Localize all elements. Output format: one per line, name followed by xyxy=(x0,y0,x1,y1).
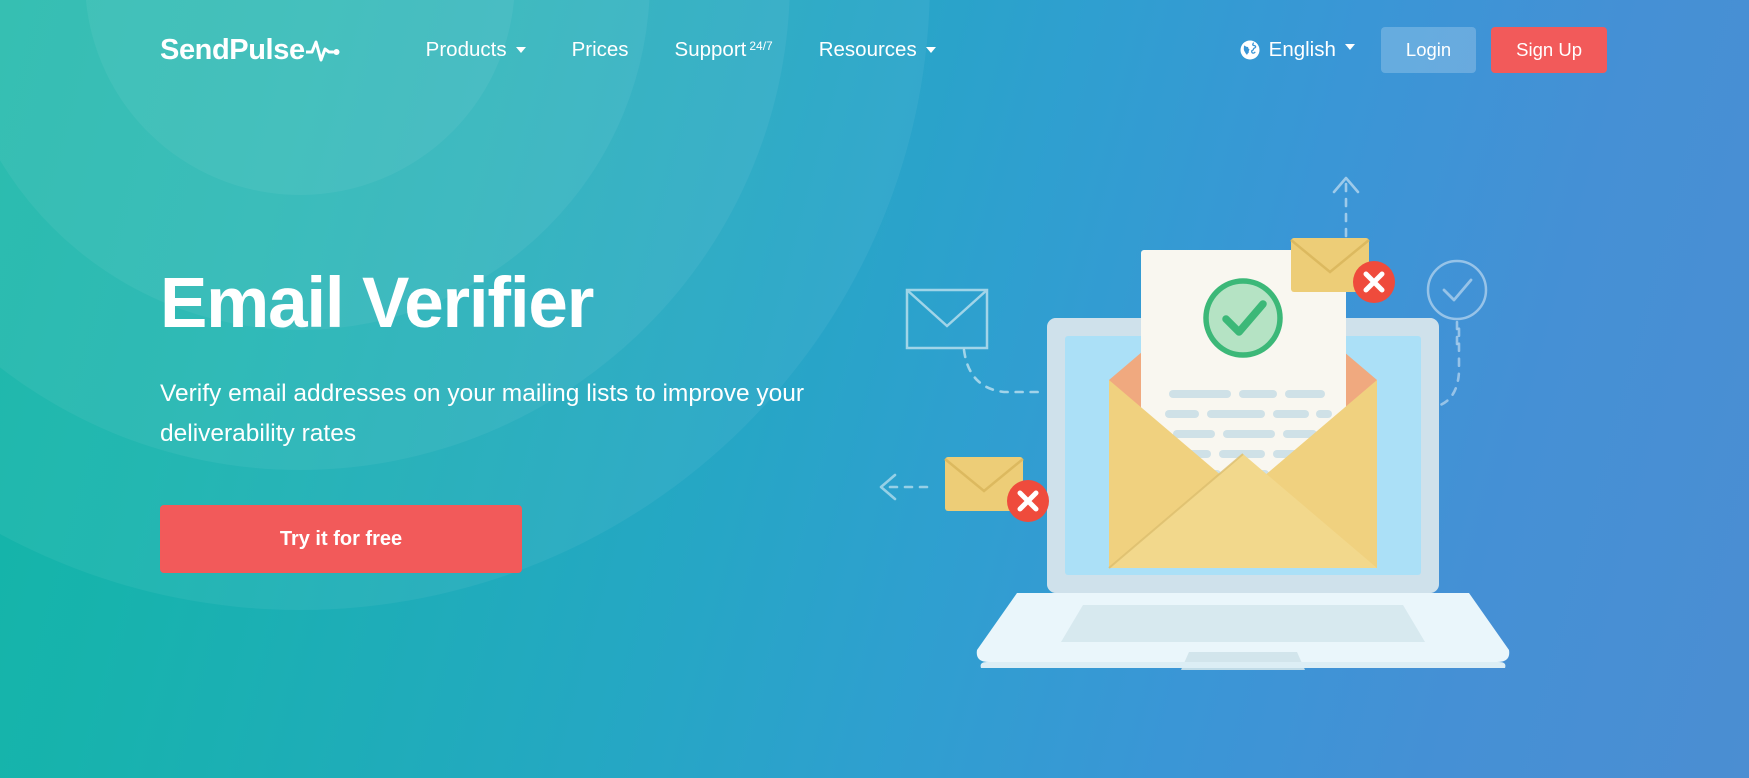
globe-icon xyxy=(1240,40,1260,60)
nav-label-products: Products xyxy=(425,38,507,61)
logo-text: SendPulse xyxy=(160,33,305,66)
check-circle-outline-icon xyxy=(1426,259,1488,321)
chevron-down-icon xyxy=(515,47,526,53)
try-it-for-free-button[interactable]: Try it for free xyxy=(160,505,522,574)
language-selector[interactable]: English xyxy=(1240,38,1355,62)
nav-label-support: Support xyxy=(674,38,747,61)
signup-button[interactable]: Sign Up xyxy=(1491,27,1607,73)
logo[interactable]: SendPulse xyxy=(160,34,340,67)
nav-label-prices: Prices xyxy=(571,38,629,61)
laptop-keyboard xyxy=(1061,605,1425,642)
page-title: Email Verifier xyxy=(160,264,594,343)
chevron-down-icon xyxy=(925,47,936,53)
email-verification-illustration xyxy=(869,150,1749,670)
dashed-curve-left xyxy=(962,348,1043,394)
main-nav: Products Prices Support 24/7 Resources xyxy=(403,28,959,72)
dashed-arrow-up xyxy=(1332,176,1360,238)
nav-label-resources: Resources xyxy=(818,38,917,61)
nav-item-support[interactable]: Support 24/7 xyxy=(652,28,796,72)
login-button[interactable]: Login xyxy=(1380,27,1477,73)
nav-item-products[interactable]: Products xyxy=(403,28,549,72)
hero-content: Email Verifier Verify email addresses on… xyxy=(160,264,920,574)
site-header: SendPulse Products Prices Support 24/7 R… xyxy=(0,0,1749,100)
bounced-envelope-left xyxy=(944,457,1049,522)
hero-subtitle: Verify email addresses on your mailing l… xyxy=(160,380,805,447)
nav-item-prices[interactable]: Prices xyxy=(549,28,652,72)
nav-item-resources[interactable]: Resources xyxy=(796,28,959,72)
hero-page: SendPulse Products Prices Support 24/7 R… xyxy=(0,0,1749,778)
pulse-icon xyxy=(305,40,340,62)
nav-support-superscript: 24/7 xyxy=(749,39,773,53)
chevron-down-icon xyxy=(1344,44,1355,50)
header-actions: English Login Sign Up xyxy=(1240,27,1607,73)
open-envelope-with-letter xyxy=(1108,250,1377,569)
language-label: English xyxy=(1268,38,1336,61)
